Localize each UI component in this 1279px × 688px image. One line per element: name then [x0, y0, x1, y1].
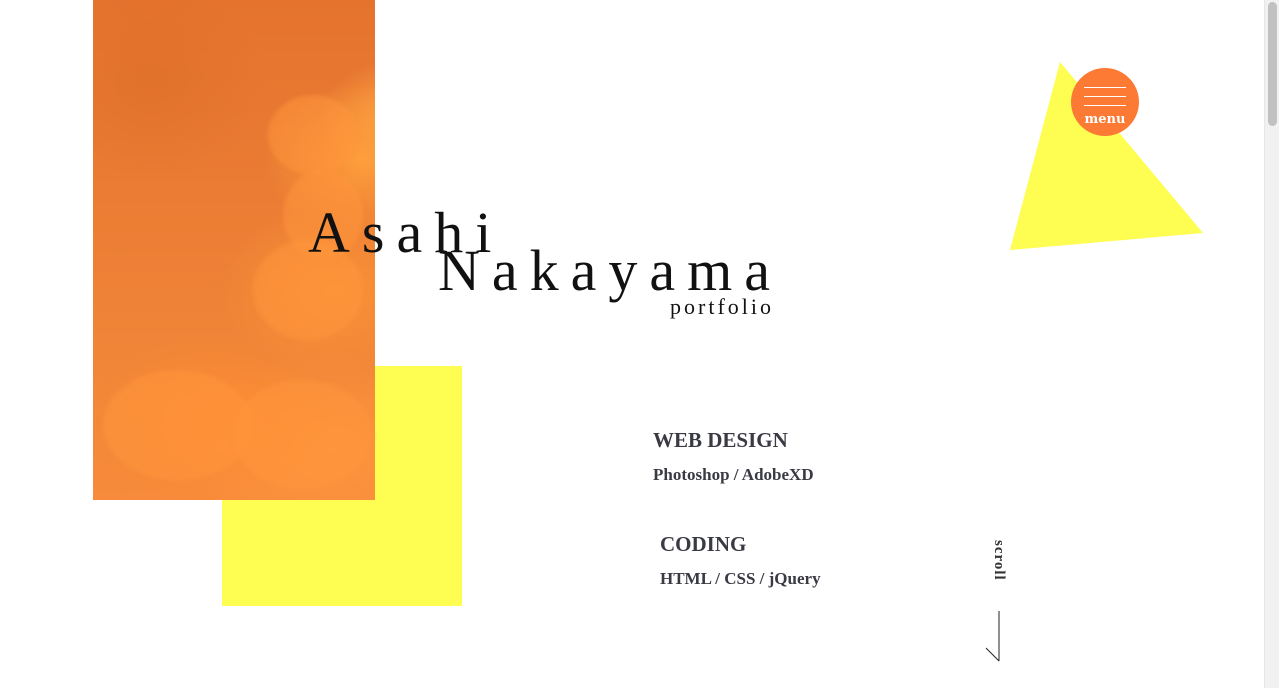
- cloud-shape: [233, 380, 373, 490]
- portfolio-page: menu Asahi Nakayama portfolio WEB DESIGN…: [0, 0, 1279, 688]
- scroll-label[interactable]: scroll: [985, 540, 1007, 590]
- hamburger-icon-bar: [1084, 105, 1126, 106]
- skill-tools-web-design: Photoshop / AdobeXD: [653, 465, 814, 484]
- menu-button[interactable]: menu: [1071, 68, 1139, 136]
- hero-subtitle: portfolio: [670, 294, 774, 319]
- skill-heading-web-design: WEB DESIGN: [653, 428, 788, 452]
- cloud-shape: [103, 370, 253, 480]
- hamburger-icon: [1084, 87, 1126, 88]
- skill-tools-coding: HTML / CSS / jQuery: [660, 569, 821, 588]
- scrollbar-thumb[interactable]: [1268, 2, 1277, 126]
- scroll-arrow-icon[interactable]: [983, 610, 1003, 664]
- menu-label: menu: [1084, 112, 1126, 127]
- cloud-shape: [268, 95, 358, 175]
- hamburger-icon-bar: [1084, 96, 1126, 97]
- skill-heading-coding: CODING: [660, 532, 747, 556]
